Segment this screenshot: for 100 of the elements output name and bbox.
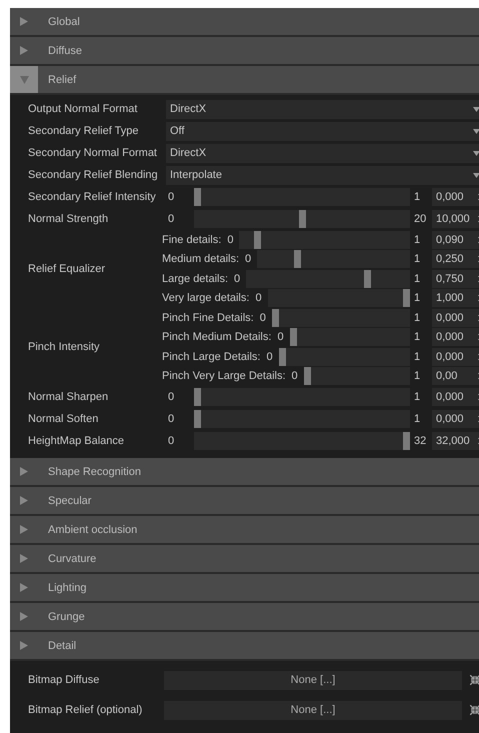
field-label: Secondary Normal Format: [28, 147, 158, 159]
slider-track[interactable]: [304, 367, 410, 386]
section-header[interactable]: Diffuse: [10, 37, 479, 66]
field-label: Normal Sharpen: [28, 391, 110, 403]
section-header[interactable]: Lighting: [10, 574, 479, 603]
value-spinbox[interactable]: 0,000: [432, 188, 479, 206]
slider-track[interactable]: [290, 328, 410, 346]
slider-track[interactable]: [268, 289, 410, 308]
slider-track[interactable]: [257, 250, 410, 268]
field-label: Normal Soften: [28, 413, 100, 425]
dropdown-caret-icon: [473, 128, 479, 134]
value-spinbox[interactable]: 0,000: [432, 388, 479, 406]
value-spinbox[interactable]: 0,250: [432, 250, 479, 268]
slider-track[interactable]: [194, 188, 410, 206]
slider-handle[interactable]: [194, 188, 201, 206]
bitmap-picker-field[interactable]: None [...]: [164, 700, 462, 720]
expand-arrow-icon: [20, 554, 28, 563]
slider-track[interactable]: [194, 388, 410, 406]
section-header[interactable]: Relief: [10, 66, 479, 95]
group-label: Relief Equalizer: [28, 263, 106, 275]
field-label: Normal Strength: [28, 213, 110, 225]
slider-handle[interactable]: [194, 388, 201, 406]
slider-min-label: 0: [168, 413, 176, 425]
slider-handle[interactable]: [298, 210, 306, 228]
field-label: Very large details:: [162, 292, 250, 304]
collapse-arrow-icon: [20, 76, 28, 84]
bitmap-picker-field[interactable]: None [...]: [164, 670, 462, 690]
slider-track[interactable]: [194, 410, 410, 428]
slider-max-label: 1: [413, 312, 422, 324]
slider-min-label: 0: [292, 370, 299, 382]
value-spinbox[interactable]: 0,000: [432, 410, 479, 428]
slider-max-label: 1: [413, 350, 422, 363]
slider-handle[interactable]: [254, 230, 262, 249]
section-title: Grunge: [48, 610, 85, 622]
field-label: Output Normal Format: [28, 103, 138, 115]
group-label: Pinch Intensity: [28, 341, 101, 353]
value-spinbox[interactable]: 0,090: [432, 230, 479, 249]
section-title: Shape Recognition: [48, 466, 141, 478]
slider-handle[interactable]: [364, 270, 371, 288]
slider-track[interactable]: [194, 432, 410, 450]
slider-min-label: 0: [245, 253, 252, 266]
slider-handle[interactable]: [304, 367, 311, 386]
slider-min-label: 0: [255, 292, 263, 304]
slider-max-label: 1: [413, 292, 422, 304]
value-spinbox[interactable]: 10,000: [432, 210, 479, 228]
section-header[interactable]: Grunge: [10, 603, 479, 632]
section-title: Diffuse: [48, 44, 82, 56]
slider-handle[interactable]: [194, 410, 201, 428]
value-spinbox[interactable]: 0,000: [432, 328, 479, 346]
field-label: Pinch Medium Details:: [162, 331, 272, 344]
section-title: Specular: [48, 494, 92, 506]
slider-handle[interactable]: [403, 289, 410, 308]
slider-track[interactable]: [272, 308, 410, 327]
slider-max-label: 1: [413, 234, 422, 246]
slider-max-label: 32: [413, 435, 428, 447]
slider-min-label: 0: [260, 312, 267, 324]
field-label: Secondary Relief Intensity: [28, 191, 157, 203]
field-label: Secondary Relief Blending: [28, 169, 159, 181]
slider-handle[interactable]: [278, 348, 286, 366]
slider-min-label: 0: [168, 213, 176, 225]
section-header[interactable]: Detail: [10, 632, 479, 661]
expand-arrow-icon: [20, 17, 28, 26]
dropdown[interactable]: Off: [166, 122, 479, 140]
section-header[interactable]: Specular: [10, 487, 479, 516]
section-header[interactable]: Ambient occlusion: [10, 516, 479, 545]
dropdown[interactable]: Interpolate: [166, 166, 479, 184]
section-title: Ambient occlusion: [48, 524, 138, 536]
collapse-arrows-icon[interactable]: [470, 675, 479, 685]
slider-handle[interactable]: [290, 328, 297, 346]
slider-max-label: 1: [413, 413, 422, 425]
value-spinbox[interactable]: 32,000: [432, 432, 479, 450]
dropdown[interactable]: DirectX: [166, 144, 479, 162]
slider-min-label: 0: [168, 391, 176, 403]
slider-track[interactable]: [239, 230, 410, 249]
value-spinbox[interactable]: 0,00: [432, 367, 479, 386]
value-spinbox[interactable]: 0,000: [432, 348, 479, 366]
value-spinbox[interactable]: 1,000: [432, 289, 479, 308]
slider-max-label: 1: [413, 272, 422, 285]
section-title: Detail: [48, 640, 76, 652]
value-spinbox[interactable]: 0,000: [432, 308, 479, 327]
expand-arrow-icon: [20, 467, 28, 476]
section-header[interactable]: Curvature: [10, 545, 479, 574]
section-title: Global: [48, 16, 80, 28]
slider-max-label: 1: [413, 391, 422, 403]
slider-handle[interactable]: [403, 432, 410, 450]
expand-arrow-icon: [20, 641, 28, 650]
expand-arrow-icon: [20, 46, 28, 55]
slider-handle[interactable]: [272, 308, 279, 327]
dropdown-caret-icon: [473, 150, 479, 156]
slider-track[interactable]: [278, 348, 410, 366]
value-spinbox[interactable]: 0,750: [432, 270, 479, 288]
section-title: Curvature: [48, 552, 96, 564]
slider-track[interactable]: [194, 210, 410, 228]
dropdown[interactable]: DirectX: [166, 100, 479, 118]
field-label: Secondary Relief Type: [28, 125, 140, 137]
collapse-arrows-icon[interactable]: [470, 705, 479, 715]
slider-track[interactable]: [246, 270, 410, 288]
slider-handle[interactable]: [294, 250, 301, 268]
section-header[interactable]: Global: [10, 8, 479, 37]
section-header[interactable]: Shape Recognition: [10, 458, 479, 487]
